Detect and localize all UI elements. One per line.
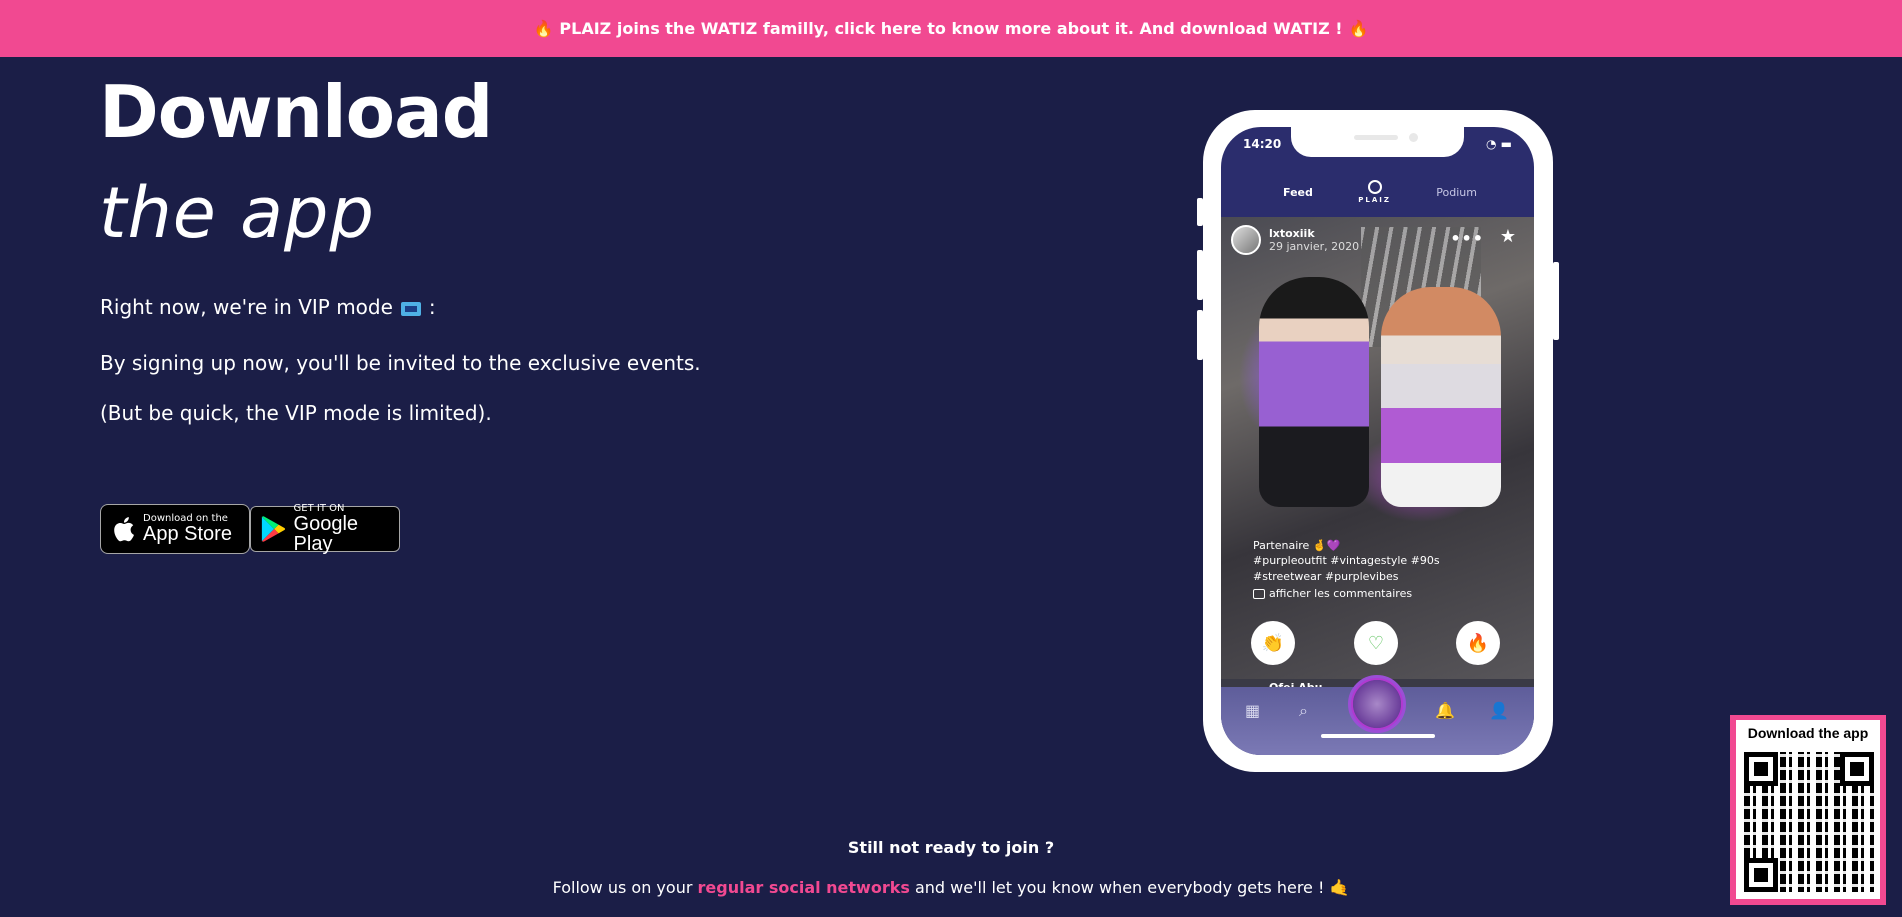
banner-text: PLAIZ joins the WATIZ familly, click her…: [559, 19, 1343, 38]
qr-label: Download the app: [1736, 720, 1880, 746]
app-header: Feed PLAIZ Podium: [1221, 167, 1534, 217]
announcement-banner[interactable]: 🔥 PLAIZ joins the WATIZ familly, click h…: [0, 0, 1902, 57]
home-indicator: [1321, 734, 1435, 738]
qr-code-icon: [1744, 752, 1874, 892]
plaiz-logo-text: PLAIZ: [1358, 196, 1391, 204]
comments-label: afficher les commentaires: [1269, 587, 1413, 600]
vip-limited-text: (But be quick, the VIP mode is limited).: [100, 401, 492, 425]
app-store-big-label: App Store: [143, 523, 232, 545]
wifi-battery-icon: ◔ ▬: [1486, 137, 1512, 151]
qr-finder: [1744, 752, 1778, 786]
camera-button-icon: [1348, 675, 1406, 733]
qr-download-box[interactable]: Download the app: [1730, 715, 1886, 905]
google-play-icon: [261, 516, 286, 542]
heart-icon: ♡: [1354, 621, 1398, 665]
post-username: lxtoxiik: [1269, 226, 1315, 240]
post-caption: Partenaire 🤞💜 #purpleoutfit #vintagestyl…: [1253, 538, 1503, 584]
social-networks-link[interactable]: regular social networks: [698, 878, 910, 897]
qr-finder: [1840, 752, 1874, 786]
app-store-button[interactable]: Download on the App Store: [100, 504, 250, 554]
bell-icon: 🔔: [1435, 701, 1455, 720]
fire-icon: 🔥: [1348, 19, 1369, 38]
phone-button: [1197, 310, 1203, 360]
grid-icon: ▦: [1245, 701, 1261, 720]
caption-line: #streetwear #purplevibes: [1253, 569, 1399, 583]
google-play-button[interactable]: GET IT ON Google Play: [250, 504, 400, 555]
phone-button: [1197, 250, 1203, 300]
phone-button: [1197, 198, 1203, 226]
ticket-icon: [400, 301, 421, 316]
post-photo-person: [1381, 287, 1501, 507]
app-tab-bar: ▦ ⌕ 🔔 👤: [1221, 675, 1534, 755]
tab-feed: Feed: [1283, 185, 1313, 199]
user-icon: 👤: [1489, 701, 1509, 720]
vip-mode-label: Right now, we're in VIP mode: [100, 295, 393, 319]
feed-post: lxtoxiik 29 janvier, 2020 ••• ★ Partenai…: [1221, 217, 1534, 679]
clap-icon: 👏: [1251, 621, 1295, 665]
vip-invite-text: By signing up now, you'll be invited to …: [100, 351, 701, 375]
speaker: [1354, 135, 1398, 140]
vip-mode-text: Right now, we're in VIP mode:: [100, 295, 436, 319]
tab-podium: Podium: [1436, 185, 1477, 199]
apple-icon: [114, 517, 134, 542]
plaiz-logo-icon: [1367, 180, 1382, 194]
search-icon: ⌕: [1299, 701, 1308, 720]
post-photo-person: [1259, 277, 1369, 507]
camera: [1409, 133, 1418, 142]
plaiz-logo: PLAIZ: [1358, 180, 1391, 204]
caption-line: #purpleoutfit #vintagestyle #90s: [1253, 554, 1440, 568]
comment-icon: [1253, 588, 1265, 599]
post-header: lxtoxiik 29 janvier, 2020: [1231, 225, 1359, 255]
call-me-hand-icon: 🤙: [1329, 878, 1350, 897]
post-date: 29 janvier, 2020: [1269, 240, 1360, 254]
comments-link: afficher les commentaires: [1253, 587, 1412, 600]
follow-title: Still not ready to join ?: [847, 838, 1055, 857]
phone-button: [1553, 262, 1559, 340]
fire-icon: 🔥: [1456, 621, 1500, 665]
phone-screen: 14:20 ◔ ▬ Feed PLAIZ Podium lxtoxiik 29 …: [1221, 127, 1534, 755]
fire-icon: 🔥: [533, 19, 554, 38]
google-play-big-label: Google Play: [293, 513, 359, 555]
follow-text-after: and we'll let you know when everybody ge…: [914, 878, 1325, 897]
phone-notch: [1291, 127, 1464, 157]
phone-mockup: 14:20 ◔ ▬ Feed PLAIZ Podium lxtoxiik 29 …: [1197, 110, 1559, 772]
follow-text: Follow us on your regular social network…: [0, 878, 1902, 897]
star-icon: ★: [1499, 226, 1516, 247]
page-title: Download: [99, 70, 493, 154]
page-subtitle: the app: [99, 172, 375, 254]
status-time: 14:20: [1243, 137, 1282, 151]
more-icon: •••: [1450, 229, 1484, 248]
qr-finder: [1744, 858, 1778, 892]
caption-line: Partenaire 🤞💜: [1253, 539, 1341, 552]
vip-mode-colon: :: [428, 295, 436, 319]
follow-text-before: Follow us on your: [552, 878, 693, 897]
avatar: [1231, 225, 1261, 255]
